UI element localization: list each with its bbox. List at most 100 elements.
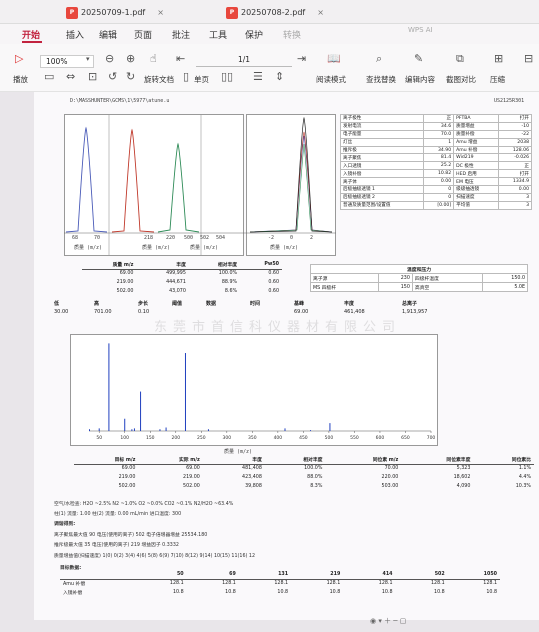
menu-protect[interactable]: 保护 (245, 28, 263, 41)
table-cell: 219.00 (116, 280, 134, 285)
menu-edit[interactable]: 编辑 (99, 28, 117, 41)
rotate-left-icon[interactable]: ↺ (108, 70, 117, 83)
param-value: 正 (497, 161, 533, 171)
more-tools-icon[interactable]: ⊟ (524, 52, 533, 65)
x-tick-label: 400 (274, 435, 283, 441)
column-header: Pw50 (264, 261, 279, 267)
summary-header: 时间 (250, 301, 261, 307)
tune-row: 离子聚焦最大值 90 电压(使用的离子) 502 电子倍增器增益 25534.1… (54, 533, 208, 538)
menu-annotate[interactable]: 批注 (172, 28, 190, 41)
summary-header: 总离子 (402, 301, 418, 307)
read-mode-icon[interactable]: 📖 (327, 52, 341, 65)
summary-value: 69.00 (294, 309, 309, 315)
zoom-in-icon[interactable]: ⊕ (126, 52, 135, 65)
rotate-document-label[interactable]: 旋转文档 (144, 74, 174, 85)
table-row: 502.00 43,070 8.6% 0.60 (82, 287, 282, 296)
single-page-label[interactable]: 单页 (194, 74, 209, 85)
column-header: 219 (330, 571, 341, 577)
isotope-table: 目标 m/z 实际 m/z 丰度 相对丰度 同位素 m/z 同位素丰度 同位素比 69.00… (74, 455, 534, 491)
screenshot-compare-label[interactable]: 截图对比 (446, 74, 476, 85)
table-cell: 128.1 (169, 581, 184, 587)
summary-value: 30.00 (54, 309, 69, 315)
zoom-out-icon[interactable]: ⊖ (105, 52, 114, 65)
param-name: 推斥极 (339, 145, 425, 155)
fit-width-icon[interactable]: ⇔ (66, 70, 75, 83)
rotate-right-icon[interactable]: ↻ (126, 70, 135, 83)
column-flow: 柱(1) 流量: 1.00 柱(2) 流量: 0.00 mL/min 进口温度:… (54, 512, 182, 517)
param-value: -22 (497, 129, 533, 139)
temps-title: 温度和压力 (310, 264, 528, 274)
play-label[interactable]: 播放 (13, 74, 28, 85)
continuous-page-icon[interactable]: ☰ (253, 70, 263, 83)
table-cell: 0.60 (268, 280, 279, 285)
x-tick-label: 300 (223, 435, 232, 441)
column-header: 丰度 (176, 262, 186, 268)
tune-row: 推斥极最大值 35 电压(使用的离子) 219 增益因子 0.3332 (54, 543, 179, 548)
find-replace-label[interactable]: 查找替换 (366, 74, 396, 85)
fit-page-icon[interactable]: ▭ (44, 70, 54, 83)
param-name: 灯丝 (339, 137, 425, 147)
first-page-icon[interactable]: ⇤ (176, 52, 185, 65)
screenshot-compare-icon[interactable]: ⧉ (456, 52, 464, 66)
table-cell: 503.00 (381, 484, 399, 489)
peak-combined-red (249, 131, 333, 233)
panel4-tick: 0 (290, 235, 294, 241)
param-value: 打开 (497, 169, 533, 179)
menu-page[interactable]: 页面 (134, 28, 152, 41)
table-cell: 入镜补偿 (63, 591, 83, 596)
scroll-page-icon[interactable]: ⇕ (275, 70, 284, 83)
play-icon[interactable]: ▷ (15, 52, 23, 65)
actual-size-icon[interactable]: ⊡ (88, 70, 97, 83)
peak-69 (65, 126, 108, 233)
table-cell: 1.1% (518, 466, 531, 472)
summary-value: 1,913,957 (402, 309, 428, 315)
param-row: 电子能量 70.0 质量补偿 -22 (339, 129, 533, 139)
summary-value: 461,408 (344, 309, 365, 315)
compress-label[interactable]: 压缩 (490, 74, 505, 85)
param-row: 后极抽极透镜 2 0 扫描速度 3 (339, 192, 533, 202)
single-page-icon[interactable]: ▯ (183, 70, 189, 83)
panel1-tick: 70 (94, 235, 101, 241)
param-name: 离子极性 (339, 114, 425, 123)
panel3-xlabel: 质量 (m/z) (190, 245, 219, 251)
view-controls[interactable]: ◉ ▾ ＋ ─ ▢ (370, 616, 406, 626)
page-number-field[interactable]: 1/1 (196, 54, 292, 67)
table-cell: 10.8 (329, 590, 341, 595)
wps-ai-button[interactable]: WPS AI (408, 26, 433, 34)
column-header: 502 (434, 571, 445, 577)
compress-icon[interactable]: ⊞ (494, 52, 503, 65)
panel4-tick: -2 (268, 235, 275, 241)
table-cell: 18,602 (453, 475, 471, 480)
edit-content-icon[interactable]: ✎ (414, 52, 423, 65)
column-header: 实际 m/z (179, 457, 200, 463)
search-icon[interactable]: ⌕ (376, 52, 382, 66)
table-cell: 10.8 (434, 590, 445, 595)
edit-content-label[interactable]: 编辑内容 (405, 74, 435, 85)
close-icon[interactable]: × (157, 8, 164, 17)
menu-convert[interactable]: 转换 (283, 28, 301, 41)
tab-file-2[interactable]: P 20250708-2.pdf × (226, 4, 324, 22)
hand-tool-icon[interactable]: ☝ (150, 52, 157, 65)
double-page-icon[interactable]: ▯▯ (221, 70, 233, 83)
table-cell: 502.00 (118, 484, 136, 489)
param-name: 离子体 (339, 177, 425, 187)
peak-502 (157, 142, 200, 233)
menu-tools[interactable]: 工具 (209, 28, 227, 41)
read-mode-label[interactable]: 阅读模式 (316, 74, 346, 85)
table-cell: 88.9% (221, 280, 238, 285)
param-value: 0.00 (423, 177, 455, 187)
chevron-down-icon[interactable]: ▾ (86, 55, 90, 63)
param-name: Amu 增益 (453, 137, 499, 147)
param-value: 10.82 (423, 169, 455, 179)
tab-file-1[interactable]: P 20250709-1.pdf × (66, 4, 164, 22)
tab-label: 20250708-2.pdf (241, 8, 306, 17)
param-value: 3 (497, 200, 533, 210)
param-value: 打开 (497, 114, 533, 123)
menu-home[interactable]: 开始 (22, 28, 40, 41)
close-icon[interactable]: × (317, 8, 324, 17)
last-page-icon[interactable]: ⇥ (297, 52, 306, 65)
menu-insert[interactable]: 插入 (66, 28, 84, 41)
table-cell: 69.00 (121, 466, 136, 472)
table-cell: 219.00 (118, 475, 136, 480)
param-name: HED 启用 (453, 169, 499, 179)
